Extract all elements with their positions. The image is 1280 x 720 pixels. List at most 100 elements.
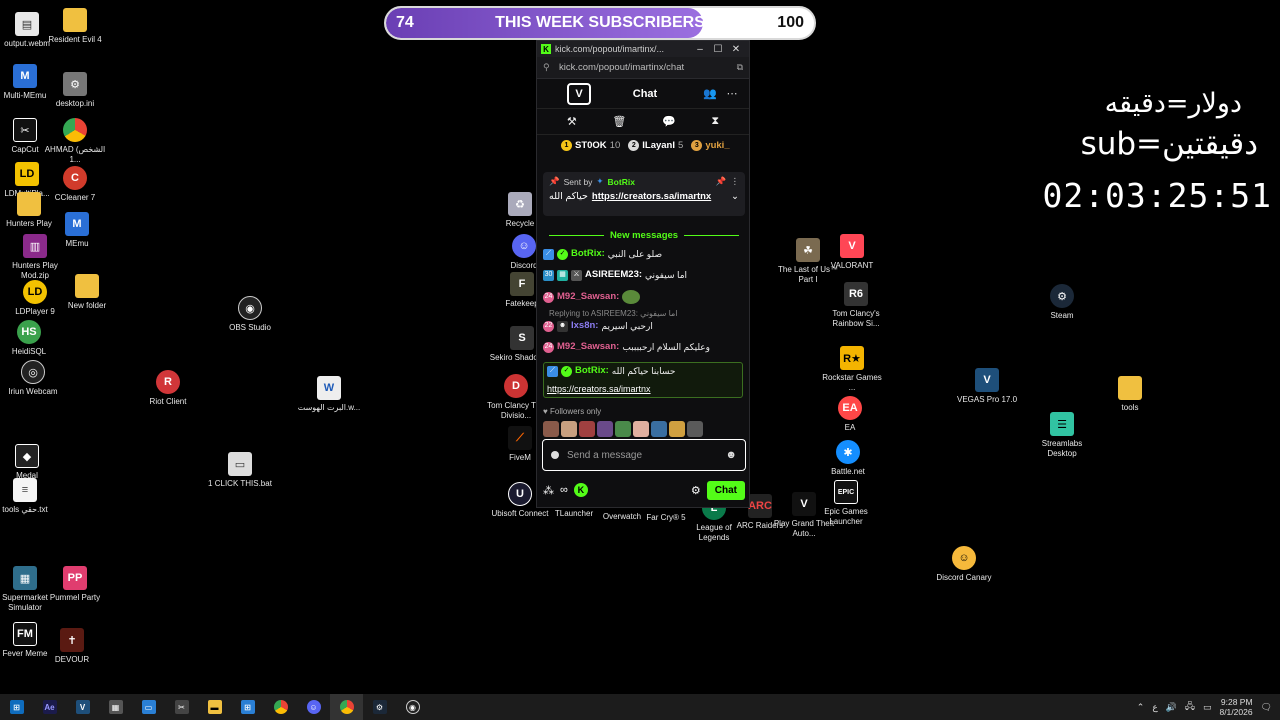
desktop-icon-vegas[interactable]: V VEGAS Pro 17.0 (954, 368, 1020, 405)
ban-hammer-icon[interactable]: ⚒ (567, 115, 577, 128)
discord-taskbar-icon[interactable]: ☺ (297, 694, 330, 720)
minimize-icon[interactable]: – (691, 44, 709, 55)
avatar[interactable] (669, 421, 685, 437)
address-bar[interactable]: ⚲ kick.com/popout/imartinx/chat ⧉ (537, 57, 749, 79)
leaderboard-item[interactable]: 1 ST0OK 10 (561, 139, 620, 151)
users-icon[interactable]: 👥 (699, 87, 721, 100)
message-input[interactable]: Send a message ☻ (542, 439, 746, 471)
site-info-icon[interactable]: ⚲ (543, 62, 553, 73)
reply-context[interactable]: Replying to ASIREEM23: اما سيفوني (549, 309, 743, 318)
message-username[interactable]: ASIREEM23: (585, 269, 642, 281)
desktop-icon-battlenet[interactable]: ✱ Battle.net (815, 440, 881, 477)
desktop-icon-resident-evil[interactable]: Resident Evil 4 (42, 8, 108, 45)
desktop-icon-pummel[interactable]: PP Pummel Party (42, 566, 108, 603)
avatar[interactable] (543, 421, 559, 437)
desktop-icon-discord-canary[interactable]: ☺ Discord Canary (931, 546, 997, 583)
window-title: kick.com/popout/imartinx/... (555, 44, 665, 54)
desktop-icon-streamlabs[interactable]: ☰ Streamlabs Desktop (1029, 412, 1095, 459)
file-explorer-icon[interactable]: ▬ (198, 694, 231, 720)
taskbar-clock[interactable]: 9:28 PM 8/1/2026 (1219, 697, 1252, 717)
after-effects-icon[interactable]: Ae (33, 694, 66, 720)
desktop-icon-steam[interactable]: ⚙ Steam (1029, 284, 1095, 321)
chat-message[interactable]: ⟋ ✓ BotRix: صلو على النبي (543, 248, 743, 260)
avatar[interactable] (687, 421, 703, 437)
desktop-icon-valorant[interactable]: V VALORANT (819, 234, 885, 271)
chat-message-highlighted[interactable]: ⟋ ✓ BotRix: حسابنا حياكم الله https://cr… (543, 362, 743, 398)
more-options-icon[interactable]: ⋯ (721, 87, 743, 100)
steam-taskbar-icon[interactable]: ⚙ (363, 694, 396, 720)
desktop-icon-heidisql[interactable]: HS HeidiSQL (0, 320, 62, 357)
desktop-icon-tools[interactable]: tools (1097, 376, 1163, 413)
maximize-icon[interactable]: ☐ (709, 44, 727, 55)
chat-message[interactable]: 22 ☻ Ixs8n: ارحبي اسيريم (543, 320, 743, 332)
tray-overflow-icon[interactable]: ⌃ (1137, 702, 1145, 713)
chat-message[interactable]: 30 ▦ ⚔ ASIREEM23: اما سيفوني (543, 269, 743, 281)
avatar[interactable] (597, 421, 613, 437)
avatar[interactable] (633, 421, 649, 437)
start-windows-icon[interactable]: ⊞ (0, 694, 33, 720)
message-link[interactable]: https://creators.sa/imartnx (547, 383, 739, 395)
address-url[interactable]: kick.com/popout/imartinx/chat (559, 62, 737, 73)
leaderboard-item[interactable]: 2 ILayanI 5 (628, 139, 683, 151)
desktop-icon-tools-txt[interactable]: ≡ tools حقي.txt (0, 478, 58, 515)
pinned-more-icon[interactable]: ⋮ (731, 176, 740, 187)
chat-bubble-icon[interactable]: 💬 (662, 115, 676, 128)
followers-only-indicator: ♥ Followers only (543, 407, 602, 416)
desktop-icon-obs[interactable]: ◉ OBS Studio (217, 296, 283, 333)
connections-icon[interactable]: ⁂ (543, 484, 554, 497)
snipping-tool-icon[interactable]: ✂ (165, 694, 198, 720)
vegas-taskbar-icon[interactable]: V (66, 694, 99, 720)
chrome-active-taskbar-icon[interactable] (330, 694, 363, 720)
avatar[interactable] (615, 421, 631, 437)
message-username[interactable]: M92_Sawsan: (557, 291, 619, 303)
desktop-icon-iriun[interactable]: ◎ Iriun Webcam (0, 360, 66, 397)
avatar[interactable] (651, 421, 667, 437)
network-icon[interactable]: 🖧 (1185, 699, 1195, 715)
desktop-icon-riot[interactable]: R Riot Client (135, 370, 201, 407)
send-chat-button[interactable]: Chat (706, 480, 745, 500)
message-input-placeholder[interactable]: Send a message (567, 450, 725, 461)
desktop-icon-new-folder[interactable]: New folder (54, 274, 120, 311)
desktop-icon-rockstar[interactable]: R★ Rockstar Games ... (819, 346, 885, 393)
volume-icon[interactable]: 🔊 (1166, 702, 1177, 713)
infinity-icon[interactable]: ∞ (560, 484, 568, 496)
chat-message[interactable]: 24 M92_Sawsan: (543, 290, 743, 304)
notification-icon[interactable]: 🗨 (1261, 702, 1272, 713)
desktop-icon-devour[interactable]: ✝ DEVOUR (39, 628, 105, 665)
desktop-icon-ea[interactable]: EA EA (817, 396, 883, 433)
message-username[interactable]: BotRix: (575, 365, 609, 377)
obs-taskbar-icon[interactable]: ◉ (396, 694, 429, 720)
trash-icon[interactable]: 🗑 (612, 115, 626, 128)
desktop-icon-desktop-ini[interactable]: ⚙ desktop.ini (42, 72, 108, 109)
desktop-icon-epic[interactable]: EPIC Epic Games Launcher (813, 480, 879, 527)
avatar[interactable] (561, 421, 577, 437)
desktop-icon-click-bat[interactable]: ▭ 1 CLICK THIS.bat (207, 452, 273, 489)
desktop-icon-ahmad[interactable]: AHMAD (الشخص 1... (42, 118, 108, 165)
emoji-icon[interactable]: ☻ (725, 449, 737, 461)
desktop-icon-alburt[interactable]: W البرت الهوست.w... (296, 376, 362, 413)
message-username[interactable]: M92_Sawsan: (557, 341, 619, 353)
calculator-icon[interactable]: ▦ (99, 694, 132, 720)
window-app-icon[interactable]: ▭ (132, 694, 165, 720)
chevron-down-icon[interactable]: ⌄ (731, 191, 739, 202)
chat-message[interactable]: 24 M92_Sawsan: وعليكم السلام ارحببببب (543, 341, 743, 353)
chrome-taskbar-icon[interactable] (264, 694, 297, 720)
close-icon[interactable]: ✕ (727, 44, 745, 55)
message-username[interactable]: BotRix: (571, 248, 605, 260)
leaderboard-item[interactable]: 3 yuki_ (691, 139, 730, 151)
desktop-icon-medal[interactable]: ◆ Medal (0, 444, 60, 481)
hourglass-icon[interactable]: ⧗ (711, 115, 719, 128)
desktop-icon-rainbow[interactable]: R6 Tom Clancy's Rainbow Si... (823, 282, 889, 329)
message-username[interactable]: Ixs8n: (571, 320, 598, 332)
unpin-icon[interactable]: 📌 (716, 176, 727, 187)
translate-icon[interactable]: ⧉ (737, 62, 743, 73)
channel-logo[interactable]: V (567, 82, 591, 105)
avatar[interactable] (579, 421, 595, 437)
settings-gear-icon[interactable]: ⚙ (691, 484, 701, 497)
pinned-link[interactable]: https://creators.sa/imartnx (592, 191, 711, 202)
language-indicator[interactable]: ع (1152, 702, 1157, 713)
display-icon[interactable]: ▭ (1203, 702, 1212, 713)
kick-points-icon[interactable]: K (573, 483, 588, 497)
fivem-icon: ⟋ (508, 426, 532, 450)
store-icon[interactable]: ⊞ (231, 694, 264, 720)
